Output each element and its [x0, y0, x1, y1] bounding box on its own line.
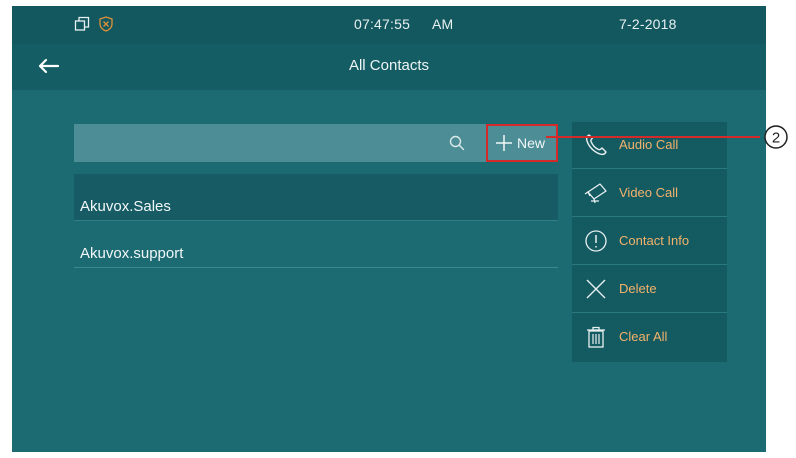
delete-x-icon: [586, 279, 606, 299]
page-title: All Contacts: [348, 57, 430, 74]
delete-menu-item[interactable]: Delete: [572, 266, 727, 313]
device-screen: 07:47:55 AM 7-2-2018 All Contacts New Ak…: [12, 6, 766, 452]
new-button-label: New: [517, 135, 546, 151]
annotation-callout: 2: [764, 125, 788, 149]
clear-all-menu-item[interactable]: Clear All: [572, 314, 727, 361]
search-icon[interactable]: [448, 134, 466, 152]
contact-name: Akuvox.Sales: [80, 198, 171, 215]
callout-number: 2: [772, 130, 780, 147]
status-time: 07:47:55: [354, 16, 411, 32]
new-contact-button[interactable]: New: [486, 124, 558, 162]
contact-name: Akuvox.support: [80, 245, 184, 262]
contact-info-label: Contact Info: [619, 233, 690, 248]
contact-info-menu-item[interactable]: Contact Info: [572, 218, 727, 265]
search-input[interactable]: [74, 124, 434, 162]
status-bar: 07:47:55 AM 7-2-2018: [12, 6, 766, 44]
contact-context-menu: Audio Call Video Call Contact Info Delet…: [572, 122, 727, 362]
video-call-label: Video Call: [619, 185, 679, 200]
status-ampm: AM: [432, 16, 454, 32]
annotation-leader-line: [546, 136, 760, 138]
clear-all-label: Clear All: [619, 329, 668, 344]
contact-list-item[interactable]: Akuvox.Sales: [74, 174, 558, 221]
search-box: [74, 124, 486, 162]
audio-call-menu-item[interactable]: Audio Call: [572, 122, 727, 169]
window-icon: [74, 16, 90, 31]
video-call-menu-item[interactable]: Video Call: [572, 170, 727, 217]
shield-x-icon: [99, 16, 113, 32]
trash-icon: [587, 326, 605, 348]
info-icon: [585, 230, 607, 252]
contact-list-item[interactable]: Akuvox.support: [74, 221, 558, 268]
status-date: 7-2-2018: [619, 16, 677, 32]
plus-icon: [496, 135, 512, 151]
video-camera-icon: [584, 183, 607, 204]
title-bar: All Contacts: [12, 44, 766, 90]
delete-label: Delete: [619, 281, 657, 296]
audio-call-label: Audio Call: [619, 137, 679, 152]
